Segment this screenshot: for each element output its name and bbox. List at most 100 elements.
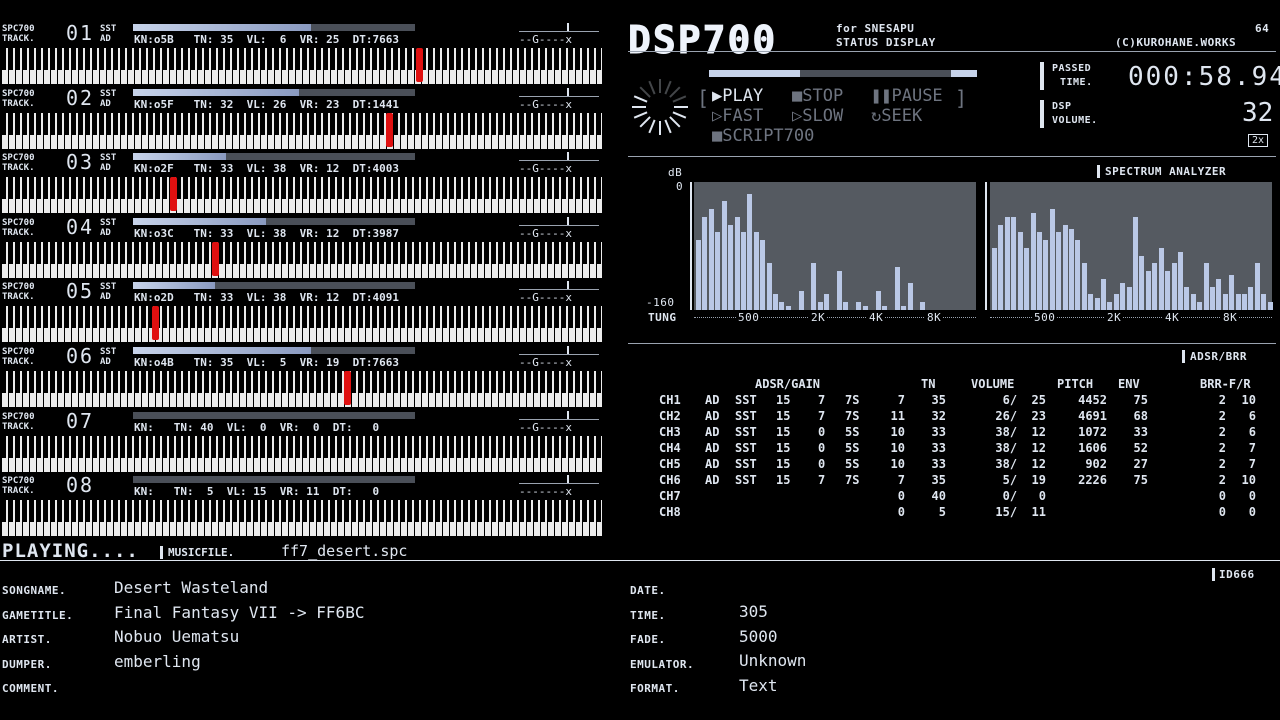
- track-pan-text: --G----x: [519, 420, 572, 434]
- spectrum-bar: [1024, 248, 1029, 310]
- track-row[interactable]: SPC700 TRACK. 07 KN: TN: 40 VL: 0 VR: 0 DT:…: [2, 410, 602, 474]
- spectrum-bar: [696, 240, 701, 310]
- adsr-cell-sst: SST: [735, 425, 757, 439]
- track-sst-ad: SST AD: [100, 24, 117, 44]
- spectrum-bar: [715, 232, 721, 310]
- spectrum-bar: [772, 294, 778, 310]
- spectrum-bar: [1209, 287, 1215, 310]
- multiplier-badge[interactable]: 2x: [1248, 134, 1269, 147]
- musicfile-label: MUSICFILE.: [160, 546, 234, 559]
- track-row[interactable]: SPC700 TRACK. 03 SST AD KN:o2F TN: 33 VL: 38 …: [2, 151, 602, 215]
- db-label: dB: [668, 166, 683, 179]
- freq-tick-label: 2K: [1105, 311, 1124, 324]
- track-row[interactable]: SPC700 TRACK. 08 KN: TN: 5 VL: 15 VR: 11 DT…: [2, 474, 602, 538]
- adsr-cell-ch: CH2: [659, 409, 681, 423]
- track-info: KN:o2D TN: 33 VL: 38 VR: 12 DT:4091: [134, 291, 399, 305]
- adsr-title: ADSR/BRR: [1182, 350, 1247, 363]
- script700-button[interactable]: ■SCRIPT700: [712, 126, 814, 146]
- adsr-cell-sst: SST: [735, 457, 757, 471]
- track-number: 07: [66, 408, 95, 433]
- track-pan-text: -------x: [519, 485, 572, 499]
- spectrum-bar: [1177, 252, 1183, 310]
- time-label-dsp: TIME.: [1060, 77, 1093, 88]
- spectrum-bar: [1222, 294, 1228, 310]
- adsr-cell-ch: CH5: [659, 457, 681, 471]
- spectrum-bar: [811, 263, 817, 310]
- track-row[interactable]: SPC700 TRACK. 06 SST AD KN:o4B TN: 35 VL: 5 V…: [2, 345, 602, 409]
- piano-keyboard[interactable]: [2, 48, 602, 84]
- fast-button[interactable]: ▷FAST: [712, 106, 763, 126]
- pause-button[interactable]: ❚❚PAUSE: [871, 86, 943, 106]
- track-pan-marker: [567, 410, 569, 419]
- adsr-cell-vol: 15/ 11: [995, 505, 1046, 519]
- db-bottom: -160: [646, 296, 675, 309]
- seek-icon: ↻: [871, 106, 882, 126]
- adsr-cell-fr: 6: [1248, 425, 1256, 439]
- adsr-cell-a: 15: [776, 457, 791, 471]
- track-label: SPC700 TRACK.: [2, 88, 35, 109]
- track-pan-marker: [567, 23, 569, 31]
- spectrum-bar: [1056, 232, 1062, 310]
- stop-icon: ■: [792, 86, 803, 106]
- adsr-cell-fr: 0: [1248, 505, 1256, 519]
- spectrum-bar: [1068, 229, 1074, 310]
- adsr-divider: [628, 343, 1276, 344]
- adsr-cell-env: 75: [1133, 473, 1148, 487]
- stop-button[interactable]: ■STOP: [792, 86, 843, 106]
- volume-label: VOLUME.: [1052, 115, 1098, 126]
- spectrum-bar: [1158, 248, 1164, 310]
- track-pan-text: --G----x: [519, 356, 572, 369]
- adsr-cell-ch: CH1: [659, 393, 681, 407]
- track-row[interactable]: SPC700 TRACK. 04 SST AD KN:o3C TN: 33 VL: 38 …: [2, 216, 602, 280]
- adsr-cell-ch: CH8: [659, 505, 681, 519]
- piano-keyboard[interactable]: [2, 371, 602, 407]
- play-button[interactable]: ▶PLAY: [712, 86, 763, 106]
- track-number: 05: [66, 279, 95, 304]
- musicfile-name: ff7_desert.spc: [281, 542, 408, 560]
- adsr-cell-fr: 6: [1248, 409, 1256, 423]
- spectrum-bar: [1171, 263, 1177, 310]
- slow-button[interactable]: ▷SLOW: [792, 106, 843, 126]
- spectrum-bar: [1203, 263, 1209, 310]
- spectrum-bar: [856, 302, 862, 310]
- spectrum-bar: [785, 306, 791, 310]
- track-row[interactable]: SPC700 TRACK. 01 SST AD KN:o5B TN: 35 VL: 6 V…: [2, 22, 602, 86]
- db-top: 0: [676, 180, 684, 193]
- adsr-cell-ad: AD: [705, 425, 720, 439]
- freq-tick-label: 2K: [809, 311, 828, 324]
- seek-button[interactable]: ↻SEEK: [871, 106, 922, 126]
- track-number: 08: [66, 473, 95, 498]
- spectrum-bar: [1267, 302, 1273, 310]
- track-sst-ad: SST AD: [100, 217, 117, 238]
- spectrum-bar: [1248, 287, 1254, 310]
- spectrum-bar: [734, 217, 740, 310]
- piano-keyboard[interactable]: [2, 435, 602, 472]
- adsr-cell-env: 68: [1133, 409, 1148, 423]
- adsr-cell-fr: 7: [1248, 457, 1256, 471]
- gametitle-value: Final Fantasy VII -> FF6BC: [114, 603, 365, 622]
- freq-tick-label: 500: [1032, 311, 1058, 324]
- piano-keyboard[interactable]: [2, 306, 602, 343]
- track-volume-fill: [133, 24, 311, 31]
- piano-keyboard[interactable]: [2, 241, 602, 278]
- track-row[interactable]: SPC700 TRACK. 05 SST AD KN:o2D TN: 33 VL: 38 …: [2, 280, 602, 344]
- piano-keyboard[interactable]: [2, 112, 602, 149]
- piano-keyboard[interactable]: [2, 177, 602, 214]
- adsr-header-pitch: PITCH: [1057, 377, 1094, 391]
- track-pan-meter: [519, 475, 599, 485]
- track-pan-marker: [567, 216, 569, 225]
- playback-progress[interactable]: [709, 70, 977, 77]
- track-info: KN:o5F TN: 32 VL: 26 VR: 23 DT:1441: [134, 97, 399, 111]
- active-note-marker: [170, 177, 177, 212]
- artist-value: Nobuo Uematsu: [114, 627, 240, 646]
- active-note-marker: [386, 112, 393, 147]
- adsr-header-volume: VOLUME: [971, 377, 1015, 391]
- spectrum-bar: [1004, 217, 1010, 310]
- comment-label: COMMENT.: [2, 682, 59, 695]
- adsr-cell-a: 15: [776, 393, 791, 407]
- piano-keyboard[interactable]: [2, 500, 602, 537]
- spectrum-bar: [1094, 298, 1100, 310]
- adsr-cell-ch: CH6: [659, 473, 681, 487]
- track-row[interactable]: SPC700 TRACK. 02 SST AD KN:o5F TN: 32 VL: 26 …: [2, 87, 602, 151]
- adsr-cell-ch: CH4: [659, 441, 681, 455]
